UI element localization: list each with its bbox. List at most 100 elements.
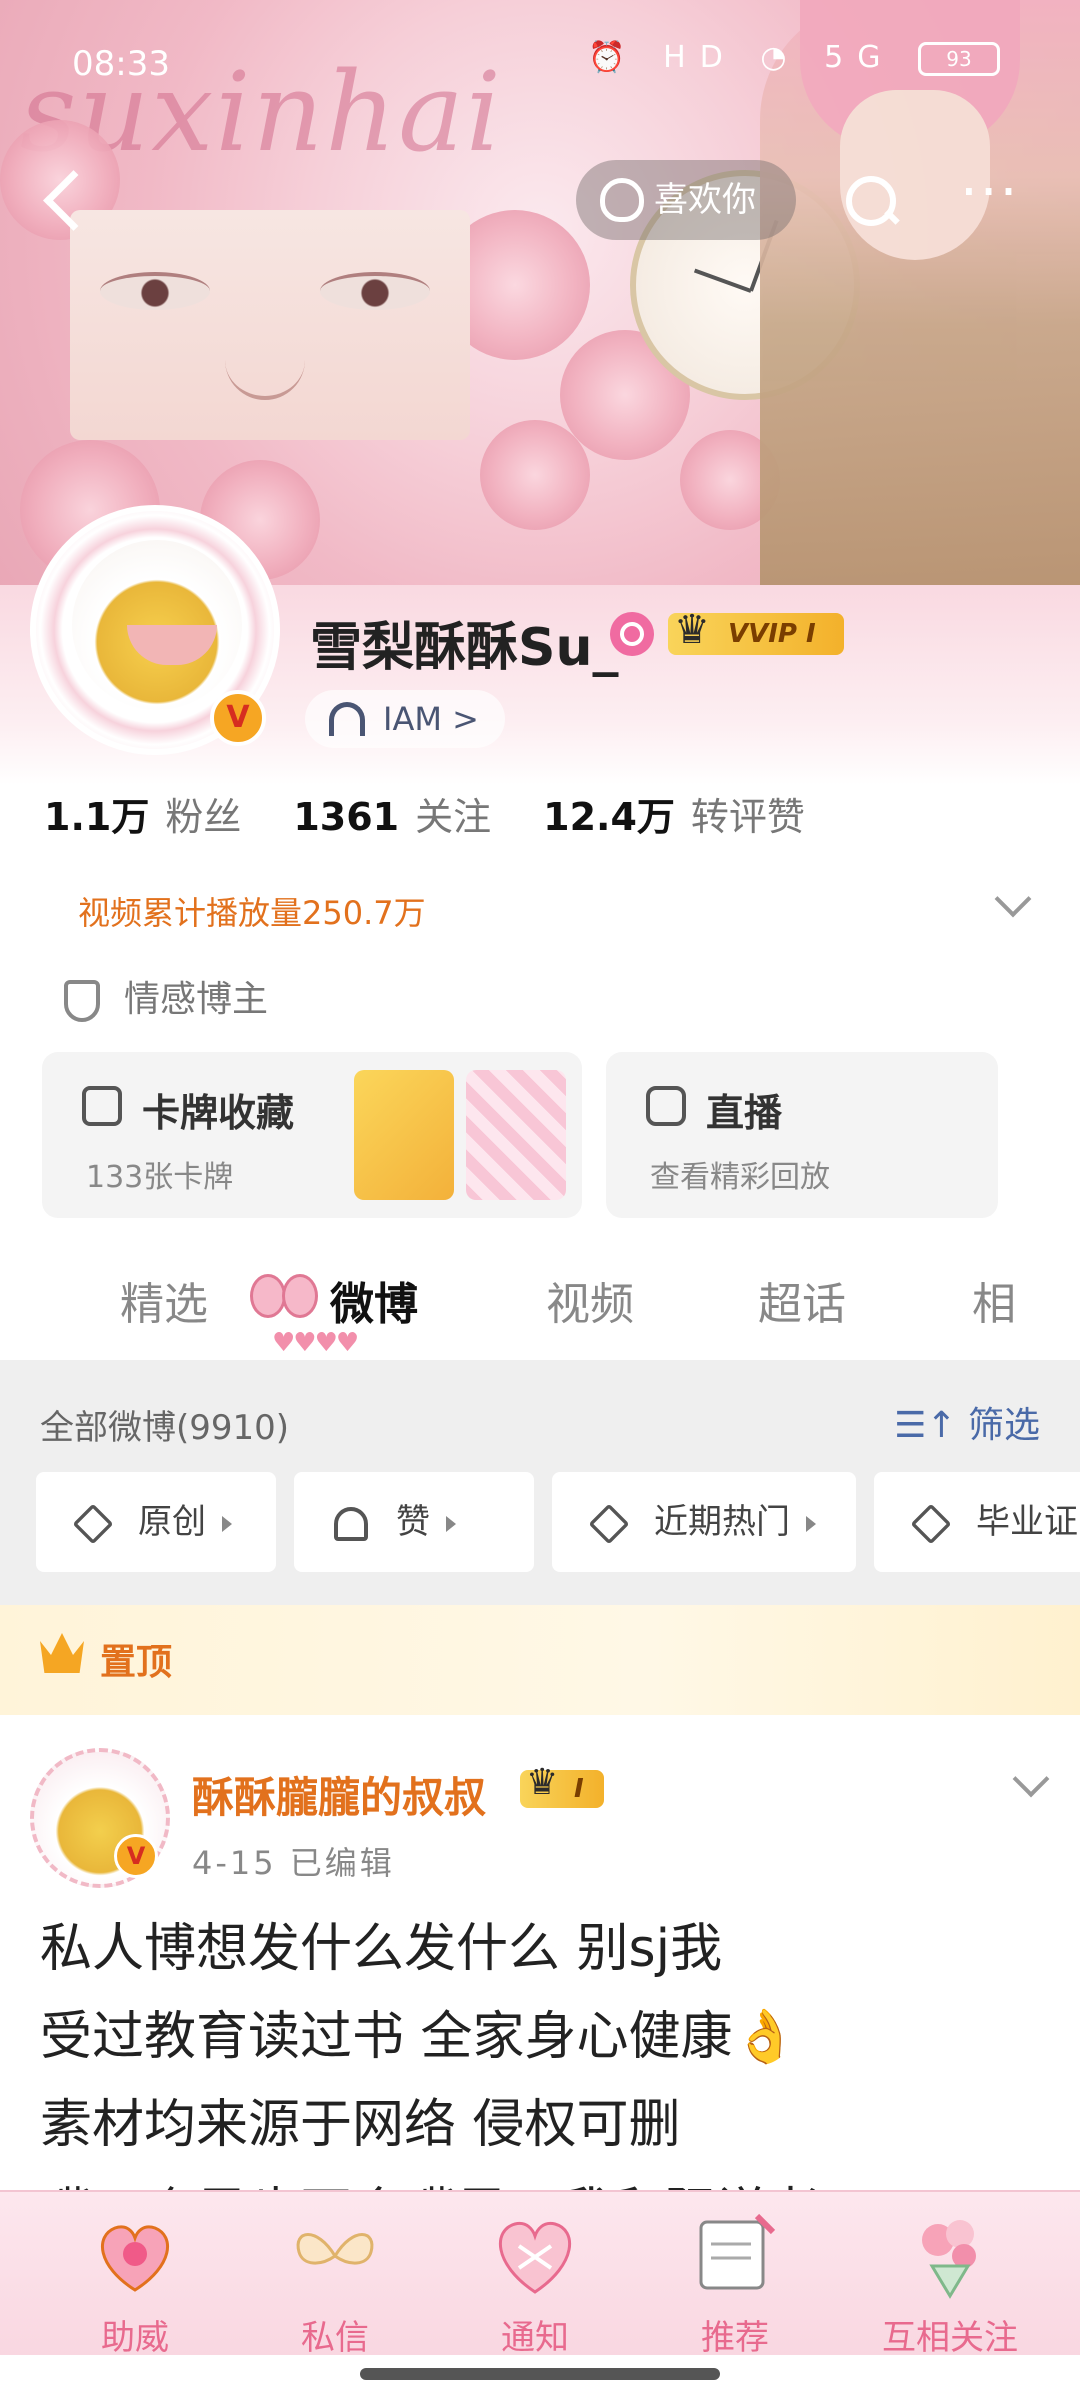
all-weibo-count: 全部微博(9910)	[40, 1408, 290, 1448]
headphones-icon	[329, 702, 365, 736]
message-button[interactable]: 私信	[260, 2206, 410, 2359]
live-title: 直播	[706, 1091, 783, 1135]
alarm-icon: ⏰	[588, 40, 640, 75]
post-line: 私人博想发什么发什么 别sj我	[40, 1919, 723, 1979]
card-collection-count: 133张卡牌	[86, 1160, 234, 1195]
peach-heart-icon	[600, 178, 644, 222]
bow-icon	[250, 1270, 318, 1318]
triangle-right-icon	[446, 1515, 456, 1532]
post-line: 素材均来源于网络 侵权可删	[40, 2095, 681, 2155]
bottom-action-bar: 助威 私信 通知 推荐 互相关注	[0, 2190, 1080, 2358]
video-play-count: 视频累计播放量250.7万	[78, 894, 426, 932]
filter-label: 筛选	[967, 1405, 1040, 1446]
mutual-follow-label: 互相关注	[882, 2318, 1018, 2358]
back-button[interactable]	[36, 165, 96, 235]
shield-icon	[64, 980, 100, 1022]
eye-shape	[320, 272, 430, 310]
expand-chevron-icon[interactable]	[994, 880, 1032, 918]
avatar-bowl-shape	[127, 625, 217, 665]
verified-badge-icon: V	[114, 1834, 158, 1878]
followers-count[interactable]: 1.1万	[44, 795, 149, 839]
sort-icon: ☰↑	[894, 1405, 957, 1446]
card-collection-entry[interactable]: 卡牌收藏 133张卡牌	[42, 1052, 582, 1218]
interactions-count: 12.4万	[543, 795, 675, 839]
chip-liked[interactable]: 赞	[294, 1472, 534, 1572]
chip-label: 赞	[396, 1502, 430, 1542]
tab-album[interactable]: 相	[972, 1268, 1016, 1332]
notification-label: 通知	[501, 2318, 569, 2358]
post-menu-chevron-icon[interactable]	[1012, 1760, 1050, 1798]
cheer-button[interactable]: 助威	[60, 2206, 210, 2359]
heart-envelope-icon	[499, 2221, 571, 2294]
thumbs-up-icon	[334, 1506, 368, 1541]
card-thumbnail	[354, 1070, 454, 1200]
profile-tabs: 精选 微博 ♥♥♥♥ 视频 超话 相	[0, 1248, 1080, 1358]
hearts-indicator-icon: ♥♥♥♥	[272, 1328, 359, 1358]
battery-icon: 93	[918, 41, 1000, 76]
tab-weibo[interactable]: 微博	[330, 1268, 418, 1332]
message-label: 私信	[301, 2318, 369, 2358]
home-indicator[interactable]	[360, 2368, 720, 2380]
location-pin-icon[interactable]	[610, 612, 654, 656]
hd-icon: HD	[663, 40, 737, 75]
post-author-name[interactable]: 酥酥朧朧的叔叔	[192, 1764, 486, 1825]
notification-button[interactable]: 通知	[460, 2206, 610, 2359]
chip-label: 毕业证	[976, 1502, 1078, 1542]
card-collection-title: 卡牌收藏	[142, 1091, 295, 1135]
live-entry[interactable]: 直播 查看精彩回放	[606, 1052, 998, 1218]
interactions-label: 转评赞	[690, 795, 805, 839]
cheer-label: 助威	[101, 2318, 169, 2358]
recommend-button[interactable]: 推荐	[660, 2206, 810, 2359]
crown-icon	[40, 1633, 84, 1673]
chip-graduation[interactable]: 毕业证	[874, 1472, 1080, 1572]
heart-crown-icon	[100, 2225, 170, 2292]
verified-badge-icon: V	[210, 690, 266, 746]
following-count[interactable]: 1361	[293, 795, 399, 839]
wifi-icon: ◔	[760, 40, 801, 75]
chip-recent-hot[interactable]: 近期热门	[552, 1472, 856, 1572]
name-badges: VVIP I	[610, 609, 844, 658]
following-label[interactable]: 关注	[415, 795, 491, 839]
clock-hand	[693, 268, 752, 293]
nose-shape	[225, 360, 305, 400]
network-icon: 5G	[824, 40, 895, 75]
notepad-icon	[699, 2213, 776, 2290]
tab-supertopic[interactable]: 超话	[758, 1268, 846, 1332]
status-time: 08:33	[72, 44, 170, 84]
tab-video[interactable]: 视频	[546, 1268, 634, 1332]
tab-featured[interactable]: 精选	[120, 1268, 208, 1332]
layers-icon	[588, 1503, 630, 1544]
profile-stats: 1.1万 粉丝 1361 关注 12.4万 转评赞	[44, 786, 857, 841]
mutual-follow-button[interactable]: 互相关注	[860, 2206, 1040, 2359]
music-pill[interactable]: IAM >	[305, 690, 505, 748]
vvip-badge[interactable]: VVIP I	[668, 609, 844, 655]
triangle-right-icon	[806, 1515, 816, 1532]
triangle-right-icon	[222, 1515, 232, 1532]
rose-decoration	[480, 420, 590, 530]
music-label: IAM >	[383, 700, 479, 738]
chip-original[interactable]: 原创	[36, 1472, 276, 1572]
card-collection-icon	[82, 1086, 122, 1126]
recommend-label: 推荐	[701, 2318, 769, 2358]
search-button[interactable]	[840, 170, 900, 230]
weibo-filter-area: 全部微博(9910) ☰↑ 筛选 原创 赞 近期热门 毕业证	[0, 1360, 1080, 1605]
tag-label: 情感博主	[124, 979, 269, 1020]
profile-tag: 情感博主	[64, 970, 268, 1022]
card-thumbnail	[466, 1070, 566, 1200]
filter-button[interactable]: ☰↑ 筛选	[894, 1396, 1040, 1448]
like-button-label: 喜欢你	[654, 180, 756, 220]
cover-face-illustration	[70, 210, 470, 440]
profile-username: 雪梨酥酥Su_	[310, 618, 619, 678]
chip-label: 原创	[138, 1502, 206, 1542]
bouquet-icon	[922, 2220, 976, 2299]
eye-shape	[100, 272, 210, 310]
post-timestamp: 4-15 已编辑	[192, 1844, 395, 1882]
avatar[interactable]	[72, 540, 242, 710]
status-bar: 08:33 ⏰ HD ◔ 5G 93	[0, 0, 1080, 120]
live-subtitle: 查看精彩回放	[650, 1160, 830, 1195]
butterfly-icon	[296, 2233, 374, 2265]
like-you-button[interactable]: 喜欢你	[576, 160, 796, 240]
more-options-button[interactable]: ···	[960, 165, 1030, 228]
followers-label[interactable]: 粉丝	[165, 795, 241, 839]
member-badge[interactable]: I	[520, 1764, 604, 1808]
